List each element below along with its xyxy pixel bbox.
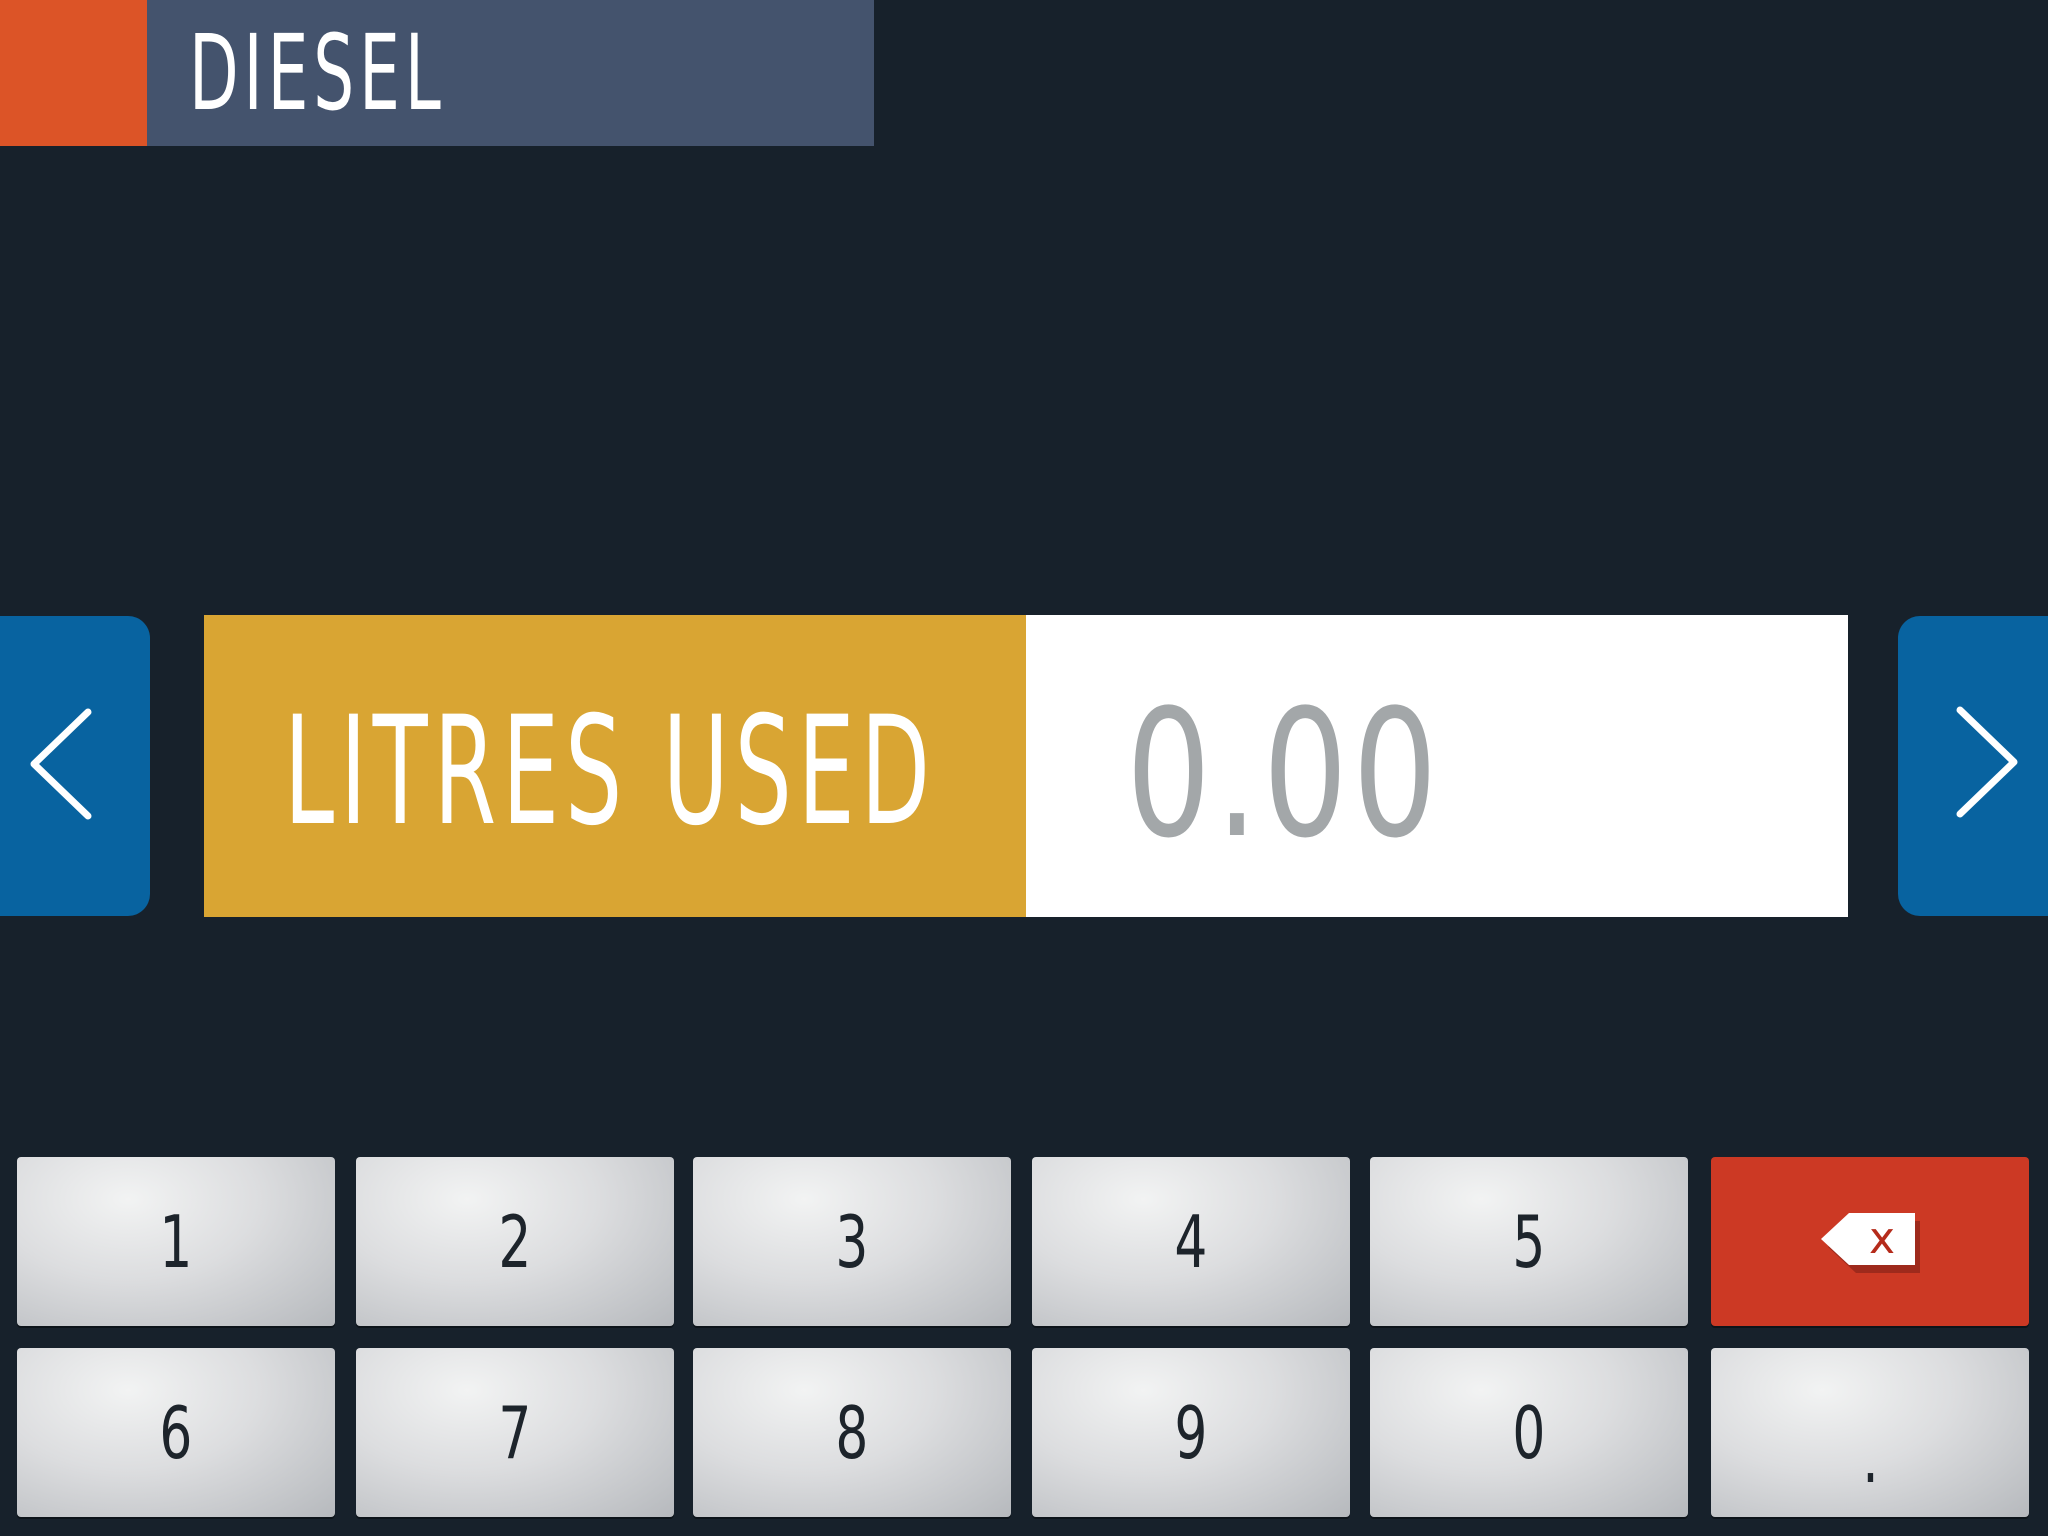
backspace-glyph: x <box>1869 1213 1895 1264</box>
key-decimal-label: . <box>1861 1415 1879 1499</box>
field-label-box: LITRES USED <box>204 615 1026 917</box>
header-accent <box>0 0 147 146</box>
key-7[interactable]: 7 <box>356 1348 674 1517</box>
backspace-icon: x <box>1821 1213 1920 1273</box>
key-decimal[interactable]: . <box>1711 1348 2029 1517</box>
key-0-label: 0 <box>1512 1390 1546 1475</box>
key-7-label: 7 <box>498 1390 532 1475</box>
key-5[interactable]: 5 <box>1370 1157 1688 1326</box>
page-title: DIESEL <box>189 12 446 134</box>
key-8-label: 8 <box>835 1390 869 1475</box>
key-3-label: 3 <box>835 1199 869 1284</box>
key-9[interactable]: 9 <box>1032 1348 1350 1517</box>
key-9-label: 9 <box>1174 1390 1208 1475</box>
key-1-label: 1 <box>159 1199 193 1284</box>
key-2-label: 2 <box>498 1199 532 1284</box>
key-3[interactable]: 3 <box>693 1157 1011 1326</box>
key-2[interactable]: 2 <box>356 1157 674 1326</box>
header-bar: DIESEL <box>147 0 874 146</box>
chevron-right-icon <box>1956 706 2018 818</box>
key-0[interactable]: 0 <box>1370 1348 1688 1517</box>
backspace-button[interactable]: x <box>1711 1157 2029 1326</box>
key-1[interactable]: 1 <box>17 1157 335 1326</box>
litres-value: 0.00 <box>1126 672 1443 877</box>
key-4-label: 4 <box>1174 1199 1208 1284</box>
chevron-left-icon <box>30 708 92 820</box>
next-button[interactable] <box>1898 616 2048 916</box>
field-label: LITRES USED <box>284 685 936 859</box>
key-6[interactable]: 6 <box>17 1348 335 1517</box>
key-5-label: 5 <box>1512 1199 1546 1284</box>
fuel-entry-screen: DIESEL LITRES USED 0.00 1 2 3 4 5 x 6 7 … <box>0 0 2048 1536</box>
key-6-label: 6 <box>159 1390 193 1475</box>
key-8[interactable]: 8 <box>693 1348 1011 1517</box>
key-4[interactable]: 4 <box>1032 1157 1350 1326</box>
previous-button[interactable] <box>0 616 150 916</box>
litres-input[interactable]: 0.00 <box>1026 615 1848 917</box>
